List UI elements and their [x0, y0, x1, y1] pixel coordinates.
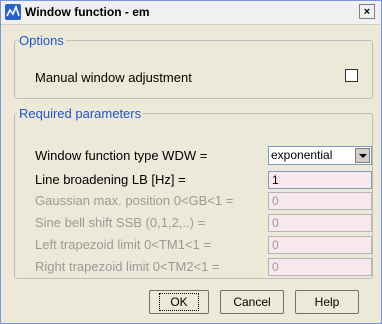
wdw-label: Window function type WDW = — [35, 148, 208, 163]
wdw-select[interactable]: exponential — [268, 146, 372, 165]
window-function-dialog: Window function - em × Options Manual wi… — [0, 0, 382, 324]
gb-input[interactable]: 0 — [268, 192, 372, 210]
tm1-label: Left trapezoid limit 0<TM1<1 = — [35, 237, 211, 252]
gb-label: Gaussian max. position 0<GB<1 = — [35, 193, 234, 208]
manual-adjust-checkbox[interactable] — [345, 69, 358, 82]
dialog-title: Window function - em — [25, 5, 150, 19]
tm1-input[interactable]: 0 — [268, 236, 372, 254]
ssb-input[interactable]: 0 — [268, 214, 372, 232]
required-legend: Required parameters — [19, 106, 142, 121]
title-bar[interactable]: Window function - em × — [1, 1, 381, 25]
cancel-button[interactable]: Cancel — [220, 290, 284, 314]
manual-adjust-label: Manual window adjustment — [35, 70, 192, 85]
options-group: Options Manual window adjustment — [14, 33, 373, 99]
help-button[interactable]: Help — [295, 290, 359, 314]
lb-input[interactable]: 1 — [268, 171, 372, 189]
ok-button-label: OK — [159, 293, 199, 311]
chevron-down-icon[interactable] — [355, 148, 370, 163]
close-button[interactable]: × — [359, 4, 375, 19]
options-legend: Options — [19, 33, 64, 48]
wdw-value: exponential — [271, 148, 333, 162]
required-parameters-group: Required parameters Window function type… — [14, 106, 373, 279]
tm2-input[interactable]: 0 — [268, 258, 372, 276]
topspin-app-icon — [5, 4, 21, 20]
tm2-label: Right trapezoid limit 0<TM2<1 = — [35, 259, 220, 274]
ssb-label: Sine bell shift SSB (0,1,2,..) = — [35, 215, 206, 230]
ok-button[interactable]: OK — [149, 290, 209, 314]
lb-label: Line broadening LB [Hz] = — [35, 172, 186, 187]
